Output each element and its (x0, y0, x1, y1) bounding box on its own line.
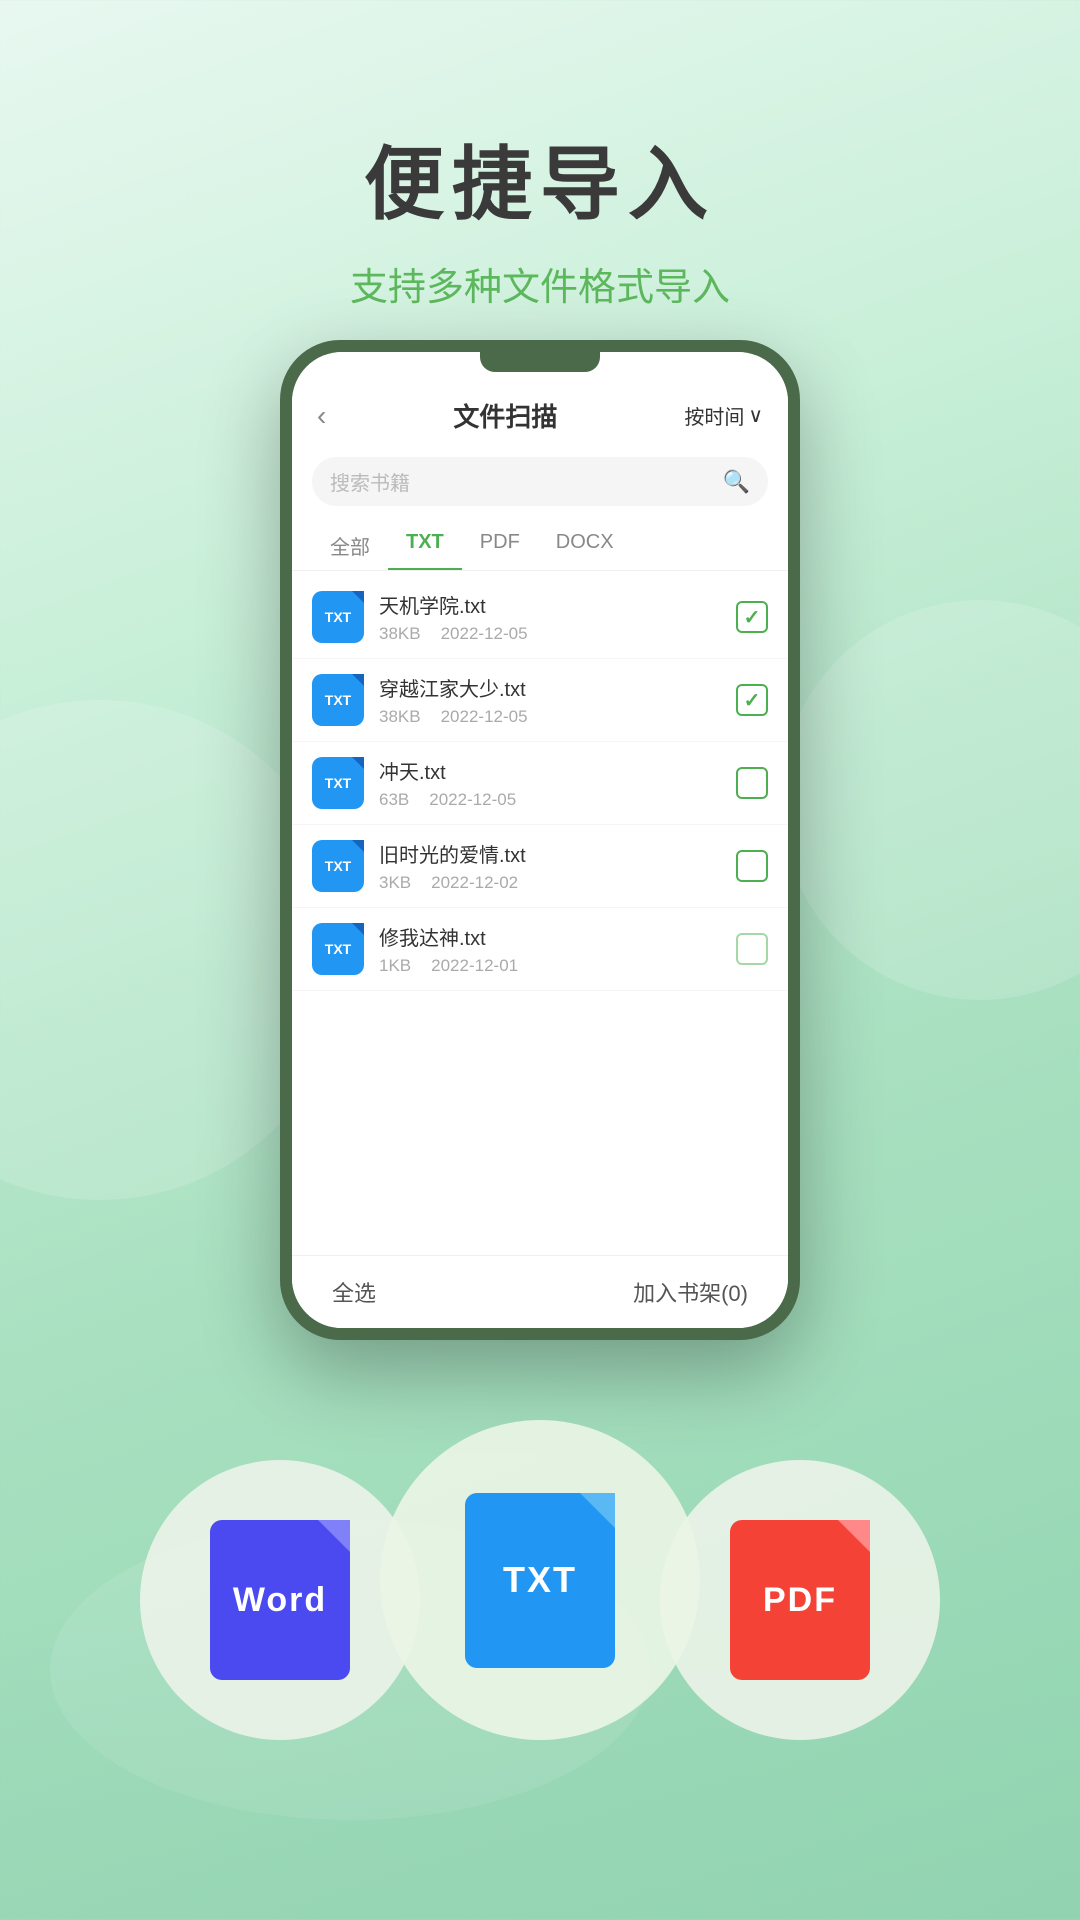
pdf-label: PDF (763, 1581, 837, 1620)
file-date: 2022-12-05 (429, 790, 516, 810)
word-label: Word (233, 1581, 327, 1620)
file-name: 修我达神.txt (379, 922, 736, 951)
file-date: 2022-12-02 (431, 873, 518, 893)
tab-pdf[interactable]: PDF (462, 521, 538, 570)
sort-arrow-icon: ∨ (748, 403, 763, 428)
file-checkbox[interactable] (736, 601, 768, 633)
file-name: 穿越江家大少.txt (379, 673, 736, 702)
page-title: 文件扫描 (453, 397, 557, 434)
add-to-shelf-button[interactable]: 加入书架(0) (633, 1276, 748, 1308)
sort-label: 按时间 (684, 401, 744, 430)
app-content: ‹ 文件扫描 按时间 ∨ 搜索书籍 🔍 全部 TXT PDF (292, 352, 788, 1328)
file-meta: 3KB 2022-12-02 (379, 873, 736, 893)
word-icon: Word (210, 1520, 350, 1680)
file-checkbox[interactable] (736, 684, 768, 716)
search-bar[interactable]: 搜索书籍 🔍 (312, 457, 768, 506)
file-type-icon: TXT (312, 840, 364, 892)
file-item[interactable]: TXT 天机学院.txt 38KB 2022-12-05 (292, 576, 788, 659)
file-meta: 38KB 2022-12-05 (379, 624, 736, 644)
phone-outer: ‹ 文件扫描 按时间 ∨ 搜索书籍 🔍 全部 TXT PDF (280, 340, 800, 1340)
file-meta: 1KB 2022-12-01 (379, 956, 736, 976)
tab-bar: 全部 TXT PDF DOCX (292, 521, 788, 571)
file-checkbox[interactable] (736, 850, 768, 882)
file-name: 旧时光的爱情.txt (379, 839, 736, 868)
file-info: 旧时光的爱情.txt 3KB 2022-12-02 (379, 839, 736, 893)
file-info: 天机学院.txt 38KB 2022-12-05 (379, 590, 736, 644)
file-name: 冲天.txt (379, 756, 736, 785)
file-meta: 63B 2022-12-05 (379, 790, 736, 810)
file-checkbox[interactable] (736, 767, 768, 799)
file-item[interactable]: TXT 修我达神.txt 1KB 2022-12-01 (292, 908, 788, 991)
file-info: 冲天.txt 63B 2022-12-05 (379, 756, 736, 810)
file-item[interactable]: TXT 旧时光的爱情.txt 3KB 2022-12-02 (292, 825, 788, 908)
file-list: TXT 天机学院.txt 38KB 2022-12-05 TXT (292, 576, 788, 991)
tab-docx[interactable]: DOCX (538, 521, 632, 570)
file-type-icon: TXT (312, 923, 364, 975)
file-size: 3KB (379, 873, 411, 893)
file-meta: 38KB 2022-12-05 (379, 707, 736, 727)
back-button[interactable]: ‹ (317, 400, 326, 432)
txt-icon: TXT (465, 1493, 615, 1668)
bottom-bar: 全选 加入书架(0) (292, 1255, 788, 1328)
file-checkbox[interactable] (736, 933, 768, 965)
tab-txt[interactable]: TXT (388, 521, 462, 570)
format-circles: Word TXT PDF (0, 1420, 1080, 1740)
file-name: 天机学院.txt (379, 590, 736, 619)
file-item[interactable]: TXT 穿越江家大少.txt 38KB 2022-12-05 (292, 659, 788, 742)
file-info: 穿越江家大少.txt 38KB 2022-12-05 (379, 673, 736, 727)
txt-label: TXT (503, 1559, 577, 1601)
search-icon: 🔍 (723, 469, 750, 495)
file-size: 38KB (379, 624, 421, 644)
txt-circle: TXT (380, 1420, 700, 1740)
file-type-icon: TXT (312, 591, 364, 643)
header-area: 便捷导入 支持多种文件格式导入 (0, 0, 1080, 361)
file-size: 63B (379, 790, 409, 810)
phone-notch (480, 352, 600, 372)
file-item[interactable]: TXT 冲天.txt 63B 2022-12-05 (292, 742, 788, 825)
top-bar: ‹ 文件扫描 按时间 ∨ (292, 382, 788, 449)
search-placeholder: 搜索书籍 (330, 467, 723, 496)
phone-inner: ‹ 文件扫描 按时间 ∨ 搜索书籍 🔍 全部 TXT PDF (292, 352, 788, 1328)
sub-title: 支持多种文件格式导入 (0, 256, 1080, 311)
file-type-icon: TXT (312, 757, 364, 809)
file-size: 38KB (379, 707, 421, 727)
main-title: 便捷导入 (0, 120, 1080, 236)
select-all-button[interactable]: 全选 (332, 1276, 376, 1308)
pdf-icon: PDF (730, 1520, 870, 1680)
file-size: 1KB (379, 956, 411, 976)
file-date: 2022-12-05 (441, 624, 528, 644)
pdf-circle: PDF (660, 1460, 940, 1740)
word-circle: Word (140, 1460, 420, 1740)
tab-all[interactable]: 全部 (312, 521, 388, 570)
file-type-icon: TXT (312, 674, 364, 726)
sort-button[interactable]: 按时间 ∨ (684, 401, 763, 430)
file-date: 2022-12-01 (431, 956, 518, 976)
file-info: 修我达神.txt 1KB 2022-12-01 (379, 922, 736, 976)
phone-mockup: ‹ 文件扫描 按时间 ∨ 搜索书籍 🔍 全部 TXT PDF (280, 340, 800, 1340)
file-date: 2022-12-05 (441, 707, 528, 727)
